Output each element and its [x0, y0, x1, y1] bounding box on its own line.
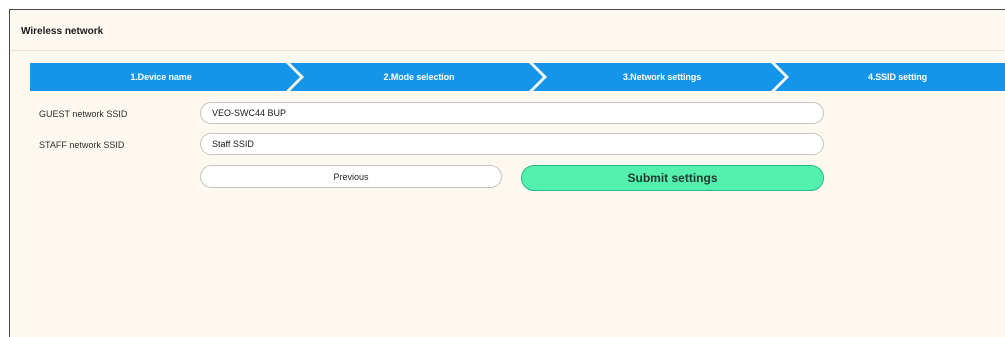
step-1-device-name[interactable]: 1.Device name	[30, 63, 292, 91]
step-2-mode-selection[interactable]: 2.Mode selection	[304, 63, 534, 91]
page-title: Wireless network	[21, 26, 104, 37]
step-4-ssid-setting[interactable]: 4.SSID setting	[789, 63, 1005, 91]
setup-steps-bar: 1.Device name 2.Mode selection 3.Network…	[30, 63, 1005, 91]
wireless-network-panel: Wireless network 1.Device name 2.Mode se…	[9, 9, 1005, 337]
submit-settings-button[interactable]: Submit settings	[521, 165, 824, 191]
step-3-network-settings[interactable]: 3.Network settings	[547, 63, 777, 91]
previous-button[interactable]: Previous	[200, 165, 502, 188]
guest-ssid-input[interactable]	[200, 102, 824, 124]
staff-ssid-input[interactable]	[200, 133, 824, 155]
staff-ssid-label: STAFF network SSID	[39, 140, 125, 150]
title-divider	[10, 50, 1005, 51]
guest-ssid-label: GUEST network SSID	[39, 109, 128, 119]
